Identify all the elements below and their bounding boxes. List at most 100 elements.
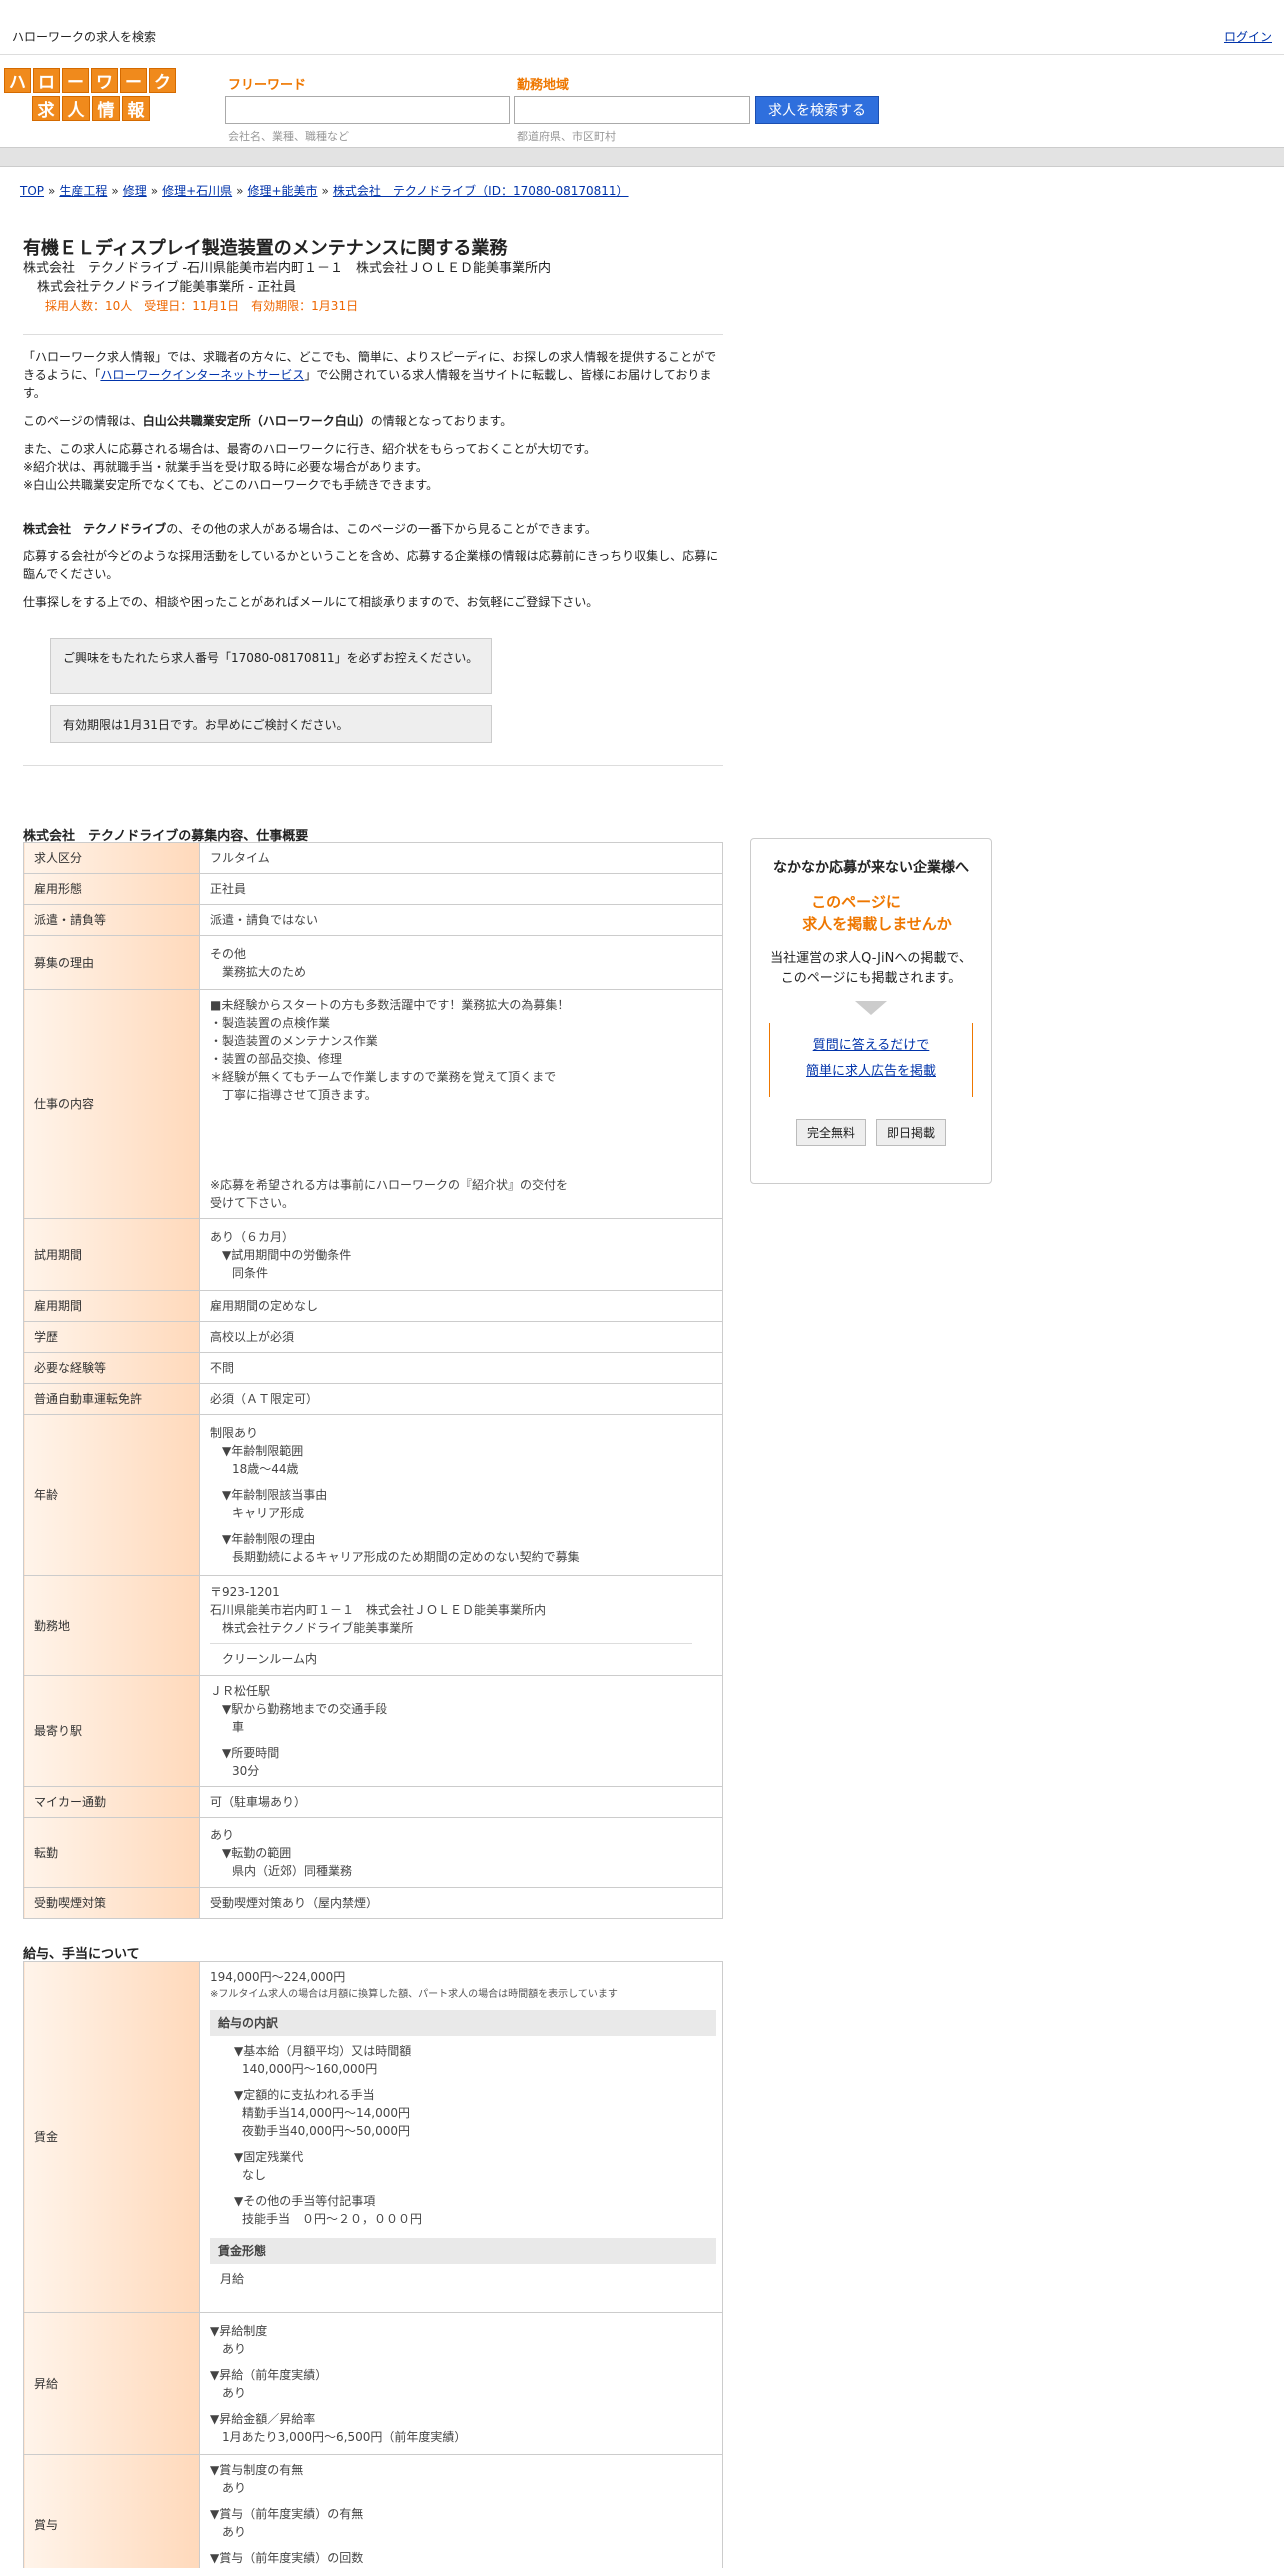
intro-paragraph: 「ハローワーク求人情報」では、求職者の方々に、どこでも、簡単に、よりスピーディに… — [23, 348, 723, 402]
same-day-button[interactable]: 即日掲載 — [876, 1119, 947, 1146]
table-row: 雇用形態 正社員 — [23, 873, 723, 905]
row-header: 雇用形態 — [23, 873, 200, 905]
value-line: ▼定額的に支払われる手当 — [234, 2088, 375, 2102]
job-title: 有機ＥＬディスプレイ製造装置のメンテナンスに関する業務 — [23, 238, 508, 259]
value-line: ・製造装置のメンテナンス作業 — [210, 1034, 378, 1048]
row-header: 求人区分 — [23, 842, 200, 874]
logo-char: ワ — [91, 68, 118, 93]
expiry-notice: 有効期限は1月31日です。お早めにご検討ください。 — [50, 705, 492, 743]
value-line: ▼年齢制限の理由 — [222, 1532, 316, 1546]
value-line: ＊経験が無くてもチームで作業しますので業務を覚えて頂くまで — [210, 1070, 557, 1084]
ad-link[interactable]: 簡単に求人広告を掲載 — [806, 1064, 936, 1079]
row-header: 転勤 — [23, 1817, 200, 1888]
value-line: 30分 — [232, 1764, 260, 1778]
value-line: 制限あり — [210, 1426, 259, 1440]
freeword-input[interactable] — [225, 96, 510, 124]
row-value: 必須（ＡＴ限定可） — [199, 1383, 723, 1415]
breadcrumb-top[interactable]: TOP — [20, 184, 44, 198]
breadcrumb-category[interactable]: 生産工程 — [59, 184, 107, 198]
value-line: ▼昇給制度 — [210, 2323, 268, 2338]
row-header: 学歴 — [23, 1321, 200, 1353]
table-row: 賃金 194,000円〜224,000円 ※フルタイム求人の場合は月額に換算した… — [23, 1961, 723, 2313]
search-button[interactable]: 求人を検索する — [755, 96, 879, 124]
breadcrumb-company[interactable]: 株式会社 テクノドライブ（ID：17080-08170811） — [333, 184, 629, 198]
table-row: 募集の理由 その他 業務拡大のため — [23, 935, 723, 990]
job-hiring-info: 採用人数：10人 受理日：11月1日 有効期限：1月31日 — [45, 299, 359, 313]
pay-breakdown-heading: 給与の内訳 — [210, 2010, 716, 2036]
value-line: 技能手当 ０円～２０，０００円 — [242, 2212, 423, 2226]
value-line: 1月あたり3,000円〜6,500円（前年度実績） — [222, 2429, 467, 2444]
row-header: 派遣・請負等 — [23, 904, 200, 936]
pay-type-heading: 賃金形態 — [210, 2238, 716, 2264]
referral-line: ※紹介状は、再就職手当・就業手当を受け取る時に必要な場合があります。 — [23, 460, 428, 474]
table-row: 必要な経験等 不問 — [23, 1352, 723, 1384]
table-row: 求人区分 フルタイム — [23, 842, 723, 874]
value-line: ・製造装置の点検作業 — [210, 1016, 331, 1030]
row-header: 年齢 — [23, 1414, 200, 1576]
login-link[interactable]: ログイン — [1224, 28, 1272, 45]
row-header: 勤務地 — [23, 1575, 200, 1676]
other-jobs-paragraph: 株式会社 テクノドライブの、その他の求人がある場合は、このページの一番下から見る… — [23, 520, 723, 538]
area-label: 勤務地域 — [517, 78, 570, 93]
site-tagline: ハローワークの求人を検索 — [12, 30, 157, 44]
hellowork-logo[interactable]: ハ ロ ー ワ ー ク 求 人 情 報 — [4, 68, 180, 124]
value-line: ▼賞与（前年度実績）の有無 — [210, 2507, 364, 2521]
ad-headline-line: 求人を掲載しませんか — [802, 915, 952, 933]
value-line: クリーンルーム内 — [210, 1643, 692, 1668]
row-value: 194,000円〜224,000円 ※フルタイム求人の場合は月額に換算した額、パ… — [199, 1961, 723, 2313]
logo-char: ク — [149, 68, 176, 93]
value-line: ▼賞与制度の有無 — [210, 2463, 304, 2477]
table-row: 受動喫煙対策 受動喫煙対策あり（屋内禁煙） — [23, 1887, 723, 1919]
value-line: あり — [222, 2525, 247, 2539]
row-value: 派遣・請負ではない — [199, 904, 723, 936]
row-value: 不問 — [199, 1352, 723, 1384]
logo-char: ロ — [33, 68, 60, 93]
row-value: 制限あり ▼年齢制限範囲 18歳〜44歳 ▼年齢制限該当事由 キャリア形成 ▼年… — [199, 1414, 723, 1576]
row-value: ■未経験からスタートの方も多数活躍中です！業務拡大の為募集！ ・製造装置の点検作… — [199, 989, 723, 1219]
row-value: 雇用期間の定めなし — [199, 1290, 723, 1322]
row-header: 試用期間 — [23, 1218, 200, 1291]
value-line: ▼年齢制限範囲 — [222, 1444, 304, 1458]
row-header: 普通自動車運転免許 — [23, 1383, 200, 1415]
row-value: 可（駐車場あり） — [199, 1786, 723, 1818]
ad-text-line: このページにも掲載されます。 — [780, 971, 962, 986]
row-header: 募集の理由 — [23, 935, 200, 990]
row-value: あり ▼転勤の範囲 県内（近郊）同種業務 — [199, 1817, 723, 1888]
ad-headline-line: このページに — [811, 893, 901, 911]
table-row: 転勤 あり ▼転勤の範囲 県内（近郊）同種業務 — [23, 1817, 723, 1888]
hellowork-internet-link[interactable]: ハローワークインターネットサービス — [100, 368, 304, 382]
ad-title: なかなか応募が来ない企業様へ — [773, 860, 969, 876]
row-value: 高校以上が必須 — [199, 1321, 723, 1353]
value-line: ＪＲ松任駅 — [210, 1684, 271, 1698]
table-row: 普通自動車運転免許 必須（ＡＴ限定可） — [23, 1383, 723, 1415]
value-line: ▼年齢制限該当事由 — [222, 1488, 328, 1502]
breadcrumb-job[interactable]: 修理 — [123, 184, 147, 198]
value-line: 株式会社テクノドライブ能美事業所 — [222, 1621, 414, 1635]
logo-char: 人 — [62, 96, 90, 121]
logo-char: 報 — [122, 96, 150, 121]
source-office: 白山公共職業安定所（ハローワーク白山） — [142, 414, 371, 428]
header: ハ ロ ー ワ ー ク 求 人 情 報 フリーワード 会社名、業種、職種など 勤… — [0, 56, 1284, 146]
value-line: 業務拡大のため — [222, 964, 307, 979]
logo-char: ハ — [4, 68, 31, 93]
area-input[interactable] — [514, 96, 750, 124]
row-header: 最寄り駅 — [23, 1675, 200, 1787]
job-office-type: 株式会社テクノドライブ能美事業所 - 正社員 — [37, 280, 297, 295]
value-line: なし — [242, 2168, 267, 2182]
ad-link[interactable]: 質問に答えるだけで — [813, 1038, 930, 1053]
table-row: 派遣・請負等 派遣・請負ではない — [23, 904, 723, 936]
value-line: 受けて下さい。 — [210, 1196, 295, 1210]
free-button[interactable]: 完全無料 — [795, 1119, 866, 1146]
breadcrumb-city[interactable]: 修理+能美市 — [247, 184, 317, 198]
table-row: 仕事の内容 ■未経験からスタートの方も多数活躍中です！業務拡大の為募集！ ・製造… — [23, 989, 723, 1219]
row-value: 〒923-1201 石川県能美市岩内町１－１ 株式会社ＪＯＬＥＤ能美事業所内 株… — [199, 1575, 723, 1676]
breadcrumb-prefecture[interactable]: 修理+石川県 — [162, 184, 232, 198]
area-hint: 都道府県、市区町村 — [517, 130, 616, 143]
row-header: マイカー通勤 — [23, 1786, 200, 1818]
freeword-hint: 会社名、業種、職種など — [228, 130, 349, 143]
job-company-location: 株式会社 テクノドライブ -石川県能美市岩内町１－１ 株式会社ＪＯＬＥＤ能美事業… — [23, 261, 552, 276]
row-value: フルタイム — [199, 842, 723, 874]
value-line: あり（６カ月） — [210, 1229, 295, 1244]
logo-char: 情 — [92, 96, 120, 121]
row-header: 受動喫煙対策 — [23, 1887, 200, 1919]
